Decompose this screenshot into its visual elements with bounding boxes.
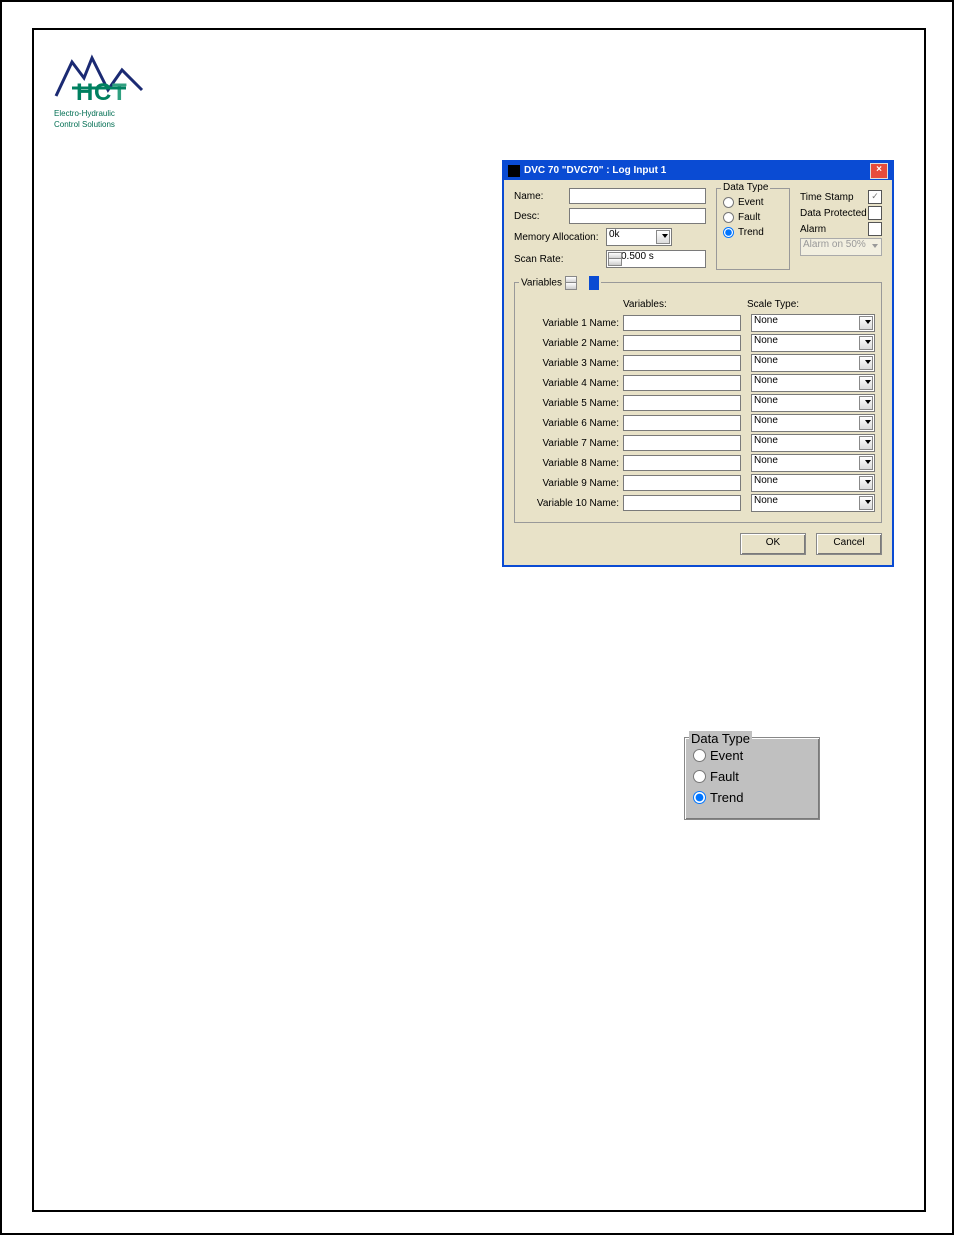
variable-label: Variable 1 Name: — [521, 318, 623, 329]
radio-trend[interactable]: Trend — [723, 227, 783, 238]
top-left-fields: Name: Desc: Memory Allocation:0k Scan Ra… — [514, 188, 706, 272]
variables-group: Variables Variables: Scale Type: Variabl… — [514, 282, 882, 523]
variables-spinner[interactable] — [565, 276, 589, 290]
inset-radio-event[interactable]: Event — [693, 748, 811, 763]
variables-count-bar — [589, 276, 599, 290]
alarm-label: Alarm — [800, 224, 826, 235]
variable-row: Variable 4 Name: None — [521, 374, 875, 392]
hct-logo: H C T Electro-Hydraulic Control Solution… — [54, 48, 174, 130]
page-frame: H C T Electro-Hydraulic Control Solution… — [32, 28, 926, 1212]
desc-input[interactable] — [569, 208, 706, 224]
variable-name-input[interactable] — [623, 435, 741, 451]
scale-type-select[interactable]: None — [751, 314, 875, 332]
window-icon — [508, 165, 520, 177]
dialog-body: Name: Desc: Memory Allocation:0k Scan Ra… — [504, 180, 892, 565]
scale-type-select[interactable]: None — [751, 434, 875, 452]
svg-text:T: T — [112, 79, 127, 106]
alarm-checkbox[interactable] — [868, 222, 882, 236]
logo-tagline-1: Electro-Hydraulic — [54, 110, 174, 119]
variable-row: Variable 7 Name: None — [521, 434, 875, 452]
variable-label: Variable 3 Name: — [521, 358, 623, 369]
inset-radio-fault[interactable]: Fault — [693, 769, 811, 784]
variable-label: Variable 10 Name: — [521, 498, 623, 509]
variables-title: Variables — [519, 276, 601, 290]
variable-label: Variable 9 Name: — [521, 478, 623, 489]
dialog-titlebar[interactable]: DVC 70 "DVC70" : Log Input 1 × — [504, 162, 892, 180]
variable-row: Variable 10 Name: None — [521, 494, 875, 512]
scan-label: Scan Rate: — [514, 254, 606, 265]
data-type-inset-title: Data Type — [689, 731, 752, 746]
scale-type-column-header: Scale Type: — [743, 299, 875, 310]
variable-name-input[interactable] — [623, 355, 741, 371]
variable-name-input[interactable] — [623, 395, 741, 411]
variable-label: Variable 7 Name: — [521, 438, 623, 449]
scale-type-select[interactable]: None — [751, 454, 875, 472]
timestamp-checkbox[interactable]: ✓ — [868, 190, 882, 204]
svg-text:H: H — [76, 79, 93, 106]
variable-label: Variable 4 Name: — [521, 378, 623, 389]
scale-type-select[interactable]: None — [751, 394, 875, 412]
variable-label: Variable 2 Name: — [521, 338, 623, 349]
timestamp-label: Time Stamp — [800, 192, 854, 203]
variable-label: Variable 8 Name: — [521, 458, 623, 469]
log-input-dialog: DVC 70 "DVC70" : Log Input 1 × Name: Des… — [502, 160, 894, 567]
scan-rate-input[interactable]: 0.500 s — [606, 250, 706, 268]
variable-name-input[interactable] — [623, 415, 741, 431]
variable-row: Variable 3 Name: None — [521, 354, 875, 372]
scale-type-select[interactable]: None — [751, 374, 875, 392]
desc-label: Desc: — [514, 211, 569, 222]
name-input[interactable] — [569, 188, 706, 204]
variable-row: Variable 5 Name: None — [521, 394, 875, 412]
variable-name-input[interactable] — [623, 335, 741, 351]
radio-event[interactable]: Event — [723, 197, 783, 208]
data-protected-label: Data Protected — [800, 208, 867, 219]
data-type-title: Data Type — [721, 182, 770, 193]
ok-button[interactable]: OK — [740, 533, 806, 555]
data-type-group: Data Type Event Fault Trend — [716, 188, 790, 270]
variables-column-header: Variables: — [521, 299, 743, 310]
close-icon[interactable]: × — [870, 163, 888, 179]
svg-text:C: C — [94, 79, 111, 106]
options-column: Time Stamp ✓ Data Protected Alarm Alarm o… — [800, 188, 882, 272]
scale-type-select[interactable]: None — [751, 494, 875, 512]
variable-name-input[interactable] — [623, 375, 741, 391]
alarm-threshold-select[interactable]: Alarm on 50% — [800, 238, 882, 256]
document-page: H C T Electro-Hydraulic Control Solution… — [0, 0, 954, 1235]
variable-row: Variable 6 Name: None — [521, 414, 875, 432]
scale-type-select[interactable]: None — [751, 474, 875, 492]
variable-name-input[interactable] — [623, 475, 741, 491]
scale-type-select[interactable]: None — [751, 354, 875, 372]
variable-name-input[interactable] — [623, 495, 741, 511]
logo-tagline-2: Control Solutions — [54, 121, 174, 130]
name-label: Name: — [514, 191, 569, 202]
variable-label: Variable 5 Name: — [521, 398, 623, 409]
cancel-button[interactable]: Cancel — [816, 533, 882, 555]
variable-row: Variable 8 Name: None — [521, 454, 875, 472]
mem-label: Memory Allocation: — [514, 232, 606, 243]
variable-name-input[interactable] — [623, 455, 741, 471]
scale-type-select[interactable]: None — [751, 414, 875, 432]
variable-label: Variable 6 Name: — [521, 418, 623, 429]
data-type-inset: Data Type Event Fault Trend — [684, 737, 820, 820]
variable-row: Variable 2 Name: None — [521, 334, 875, 352]
data-protected-checkbox[interactable] — [868, 206, 882, 220]
inset-radio-trend[interactable]: Trend — [693, 790, 811, 805]
variable-row: Variable 9 Name: None — [521, 474, 875, 492]
variable-name-input[interactable] — [623, 315, 741, 331]
variable-row: Variable 1 Name: None — [521, 314, 875, 332]
mem-select[interactable]: 0k — [606, 228, 672, 246]
radio-fault[interactable]: Fault — [723, 212, 783, 223]
scale-type-select[interactable]: None — [751, 334, 875, 352]
dialog-title: DVC 70 "DVC70" : Log Input 1 — [524, 162, 870, 180]
hct-logo-svg: H C T — [54, 48, 154, 108]
